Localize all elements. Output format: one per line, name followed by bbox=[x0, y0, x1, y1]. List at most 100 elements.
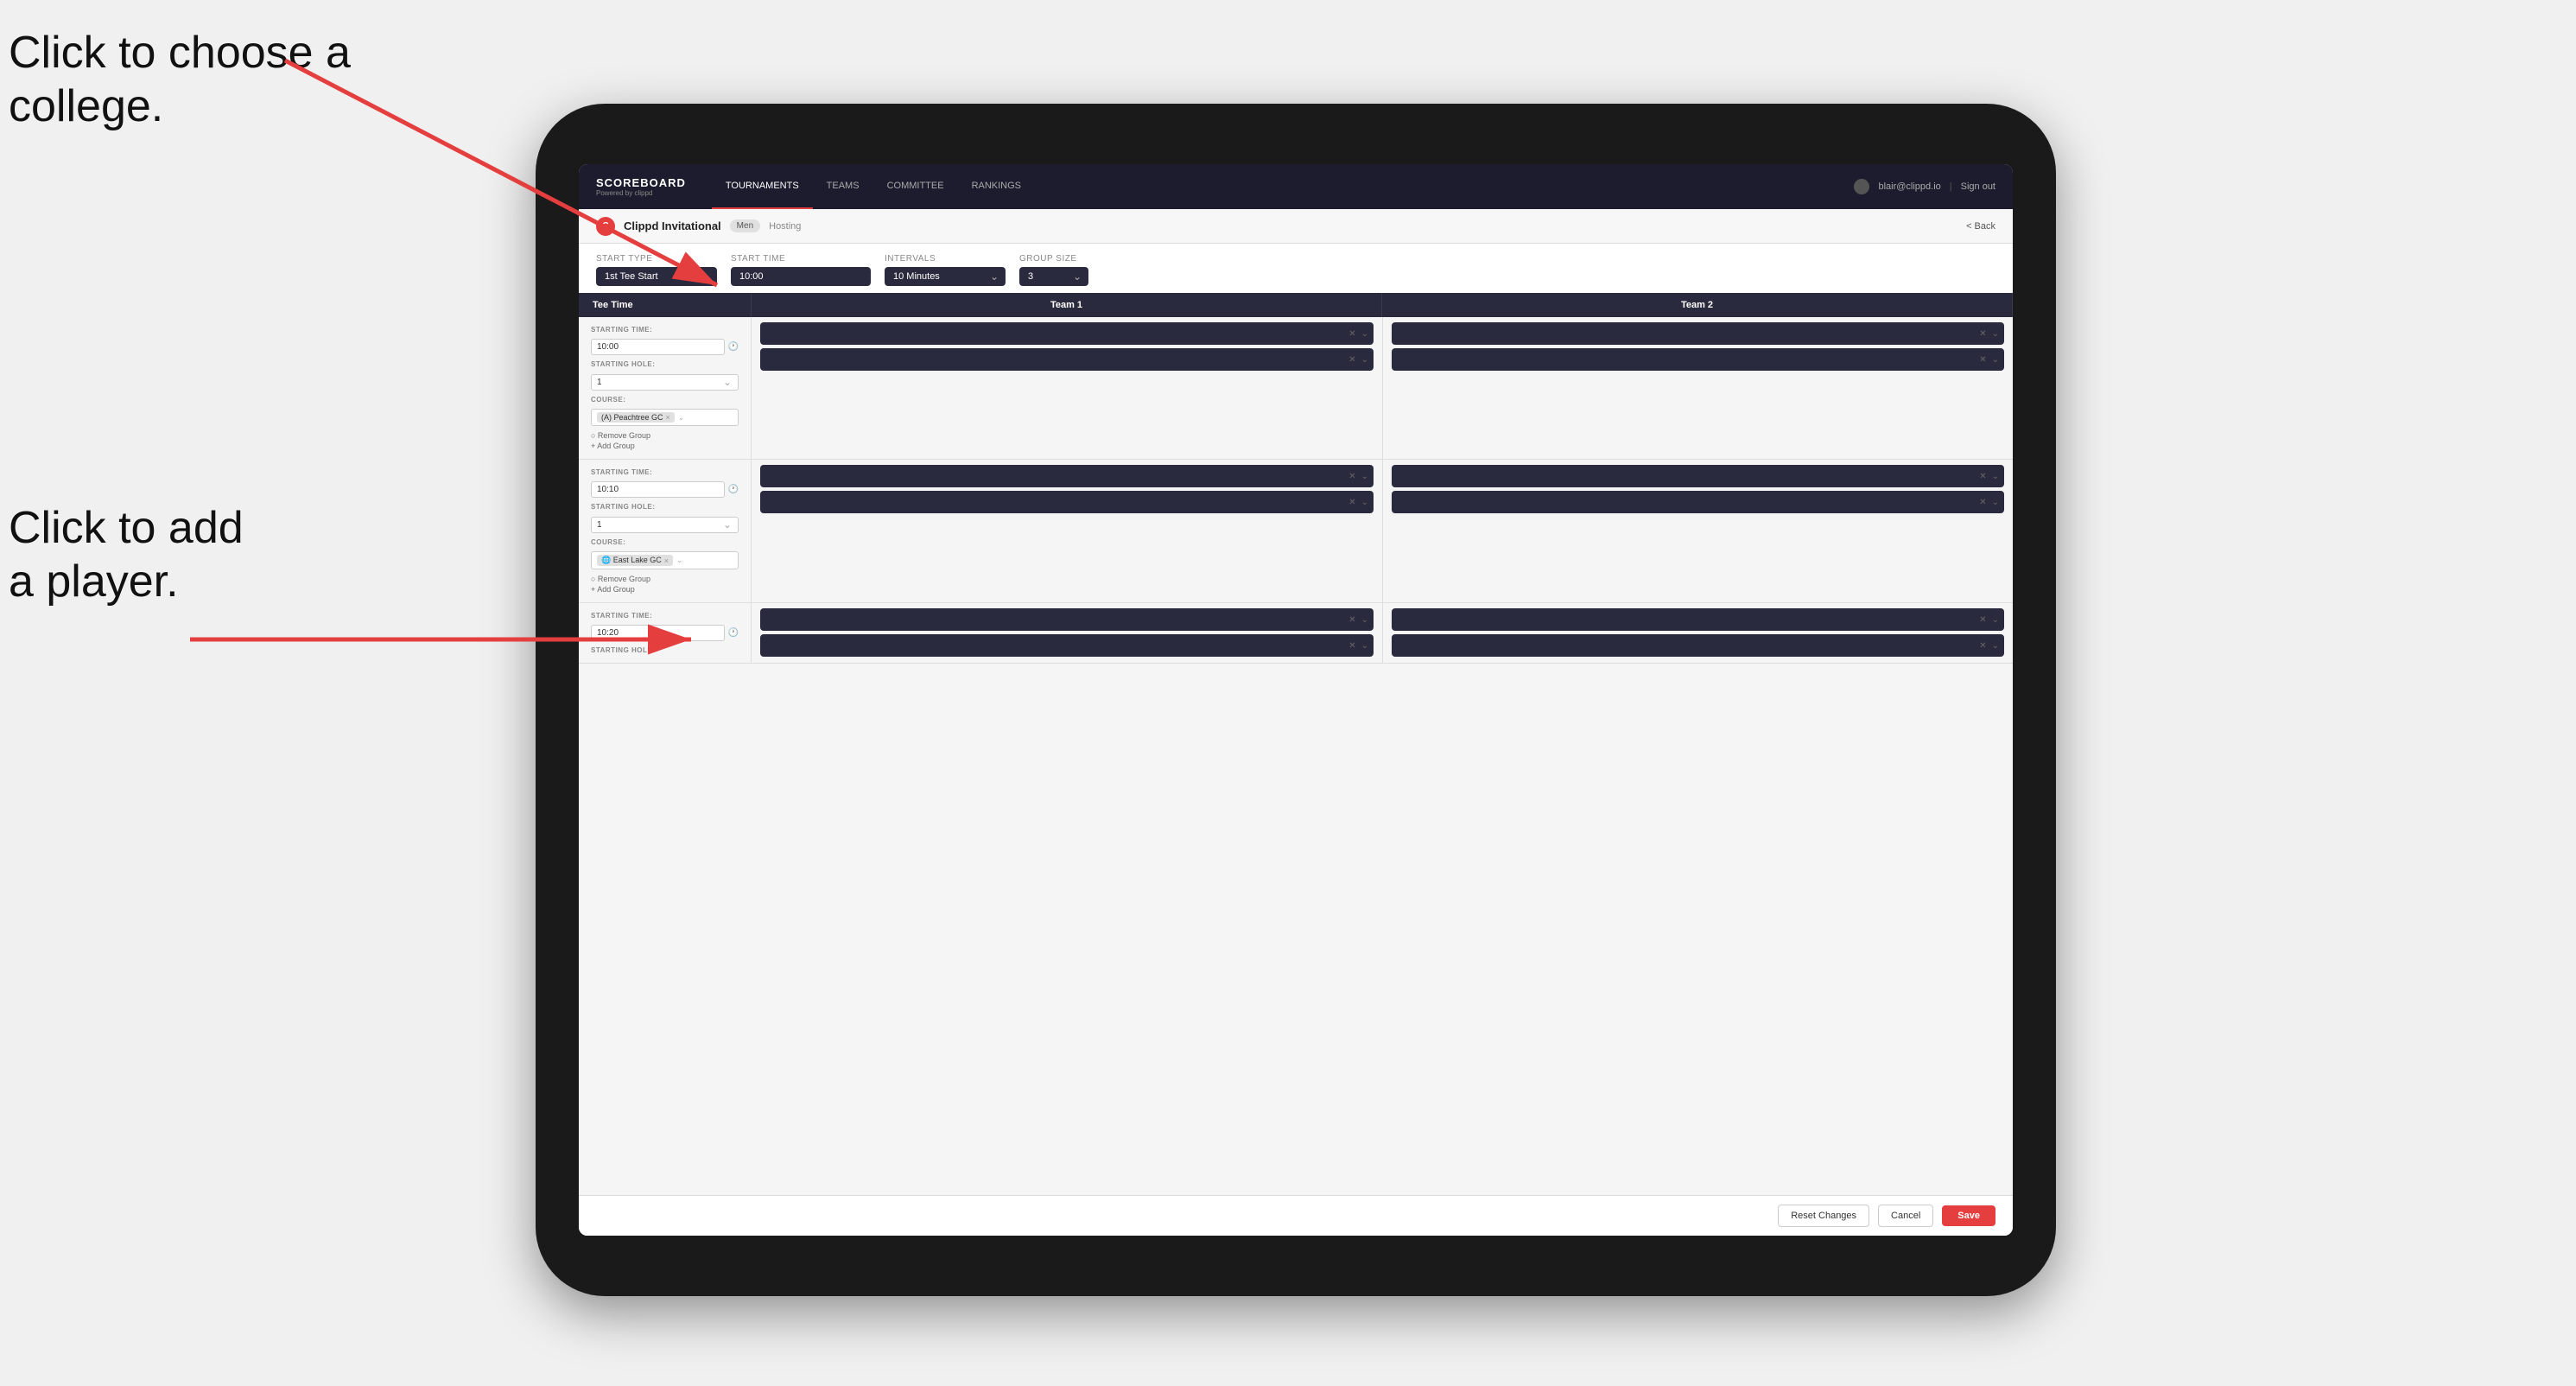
group-team2-1: ✕ ⌄ ✕ ⌄ bbox=[1382, 317, 2013, 459]
tab-teams[interactable]: TEAMS bbox=[813, 164, 873, 209]
user-avatar bbox=[1854, 179, 1869, 194]
remove-group-btn-1[interactable]: ○ Remove Group bbox=[591, 431, 739, 440]
time-icon-2: 🕐 bbox=[728, 485, 739, 494]
player-chevron-icon[interactable]: ⌄ bbox=[1992, 329, 1999, 339]
course-label-2: COURSE: bbox=[591, 538, 739, 546]
group-size-select[interactable]: 3 bbox=[1019, 267, 1088, 286]
nav-bar: SCOREBOARD Powered by clippd TOURNAMENTS… bbox=[579, 164, 2013, 209]
sign-out-link[interactable]: Sign out bbox=[1961, 181, 1995, 192]
starting-hole-label-3: STARTING HOLE: bbox=[591, 646, 739, 654]
course-select-1[interactable]: (A) Peachtree GC × ⌄ bbox=[591, 409, 739, 426]
intervals-select-wrapper[interactable]: 10 Minutes bbox=[885, 267, 1006, 286]
annotation-choose-college: Click to choose acollege. bbox=[9, 26, 351, 134]
tab-committee[interactable]: COMMITTEE bbox=[873, 164, 958, 209]
gender-badge: Men bbox=[730, 219, 760, 232]
player-row-3-t1-1[interactable]: ✕ ⌄ bbox=[760, 608, 1374, 631]
sub-header: C Clippd Invitational Men Hosting < Back bbox=[579, 209, 2013, 244]
start-type-label: Start Type bbox=[596, 254, 717, 264]
group-row-1: STARTING TIME: 🕐 STARTING HOLE: 1 COURSE… bbox=[579, 317, 2013, 460]
nav-tabs: TOURNAMENTS TEAMS COMMITTEE RANKINGS bbox=[712, 164, 1855, 209]
footer-bar: Reset Changes Cancel Save bbox=[579, 1195, 2013, 1236]
starting-hole-select-2[interactable]: 1 bbox=[591, 517, 739, 533]
group-left-1: STARTING TIME: 🕐 STARTING HOLE: 1 COURSE… bbox=[579, 317, 752, 459]
th-team1: Team 1 bbox=[752, 293, 1382, 317]
group-size-select-wrapper[interactable]: 3 bbox=[1019, 267, 1088, 286]
player-x-icon[interactable]: ✕ bbox=[1348, 355, 1355, 365]
player-row-2-t1-2[interactable]: ✕ ⌄ bbox=[760, 491, 1374, 513]
tablet-screen: SCOREBOARD Powered by clippd TOURNAMENTS… bbox=[579, 164, 2013, 1236]
nav-logo-sub: Powered by clippd bbox=[596, 189, 686, 197]
clippd-logo: C bbox=[596, 217, 615, 236]
player-row-1-t2-1[interactable]: ✕ ⌄ bbox=[1392, 322, 2004, 345]
player-row-3-t2-1[interactable]: ✕ ⌄ bbox=[1392, 608, 2004, 631]
player-row-3-t2-2[interactable]: ✕ ⌄ bbox=[1392, 634, 2004, 657]
group-team1-1: ✕ ⌄ ✕ ⌄ bbox=[752, 317, 1382, 459]
player-chevron-icon[interactable]: ⌄ bbox=[1992, 355, 1999, 365]
user-email: blair@clippd.io bbox=[1878, 181, 1940, 192]
add-group-btn-2[interactable]: + Add Group bbox=[591, 585, 739, 594]
player-x-icon[interactable]: ✕ bbox=[1979, 329, 1986, 339]
back-button[interactable]: < Back bbox=[1966, 221, 1995, 232]
th-team2: Team 2 bbox=[1382, 293, 2013, 317]
tab-tournaments[interactable]: TOURNAMENTS bbox=[712, 164, 813, 209]
content-area: Start Type 1st Tee Start Start Time Inte… bbox=[579, 244, 2013, 1236]
group-left-3: STARTING TIME: 🕐 STARTING HOLE: bbox=[579, 603, 752, 663]
settings-row: Start Type 1st Tee Start Start Time Inte… bbox=[579, 244, 2013, 293]
reset-changes-button[interactable]: Reset Changes bbox=[1778, 1205, 1869, 1227]
starting-hole-select-wrapper-1[interactable]: 1 bbox=[591, 373, 739, 391]
tablet-frame: SCOREBOARD Powered by clippd TOURNAMENTS… bbox=[536, 104, 2056, 1296]
group-actions-2: ○ Remove Group + Add Group bbox=[591, 575, 739, 594]
starting-hole-select-1[interactable]: 1 bbox=[591, 374, 739, 391]
course-tag-2: 🌐 East Lake GC × bbox=[597, 555, 673, 566]
course-tag-close-1[interactable]: × bbox=[666, 413, 670, 422]
start-type-select[interactable]: 1st Tee Start bbox=[596, 267, 717, 286]
course-label-1: COURSE: bbox=[591, 396, 739, 404]
starting-time-row-3: 🕐 bbox=[591, 625, 739, 641]
start-time-label: Start Time bbox=[731, 254, 871, 264]
time-icon-3: 🕐 bbox=[728, 628, 739, 638]
player-row-1-t2-2[interactable]: ✕ ⌄ bbox=[1392, 348, 2004, 371]
player-chevron-icon[interactable]: ⌄ bbox=[1361, 329, 1368, 339]
save-button[interactable]: Save bbox=[1942, 1205, 1995, 1226]
group-team2-3: ✕ ⌄ ✕ ⌄ bbox=[1382, 603, 2013, 663]
player-row-1-t1-2[interactable]: ✕ ⌄ bbox=[760, 348, 1374, 371]
group-actions-1: ○ Remove Group + Add Group bbox=[591, 431, 739, 450]
group-size-label: Group Size bbox=[1019, 254, 1088, 264]
player-row-2-t2-1[interactable]: ✕ ⌄ bbox=[1392, 465, 2004, 487]
starting-time-label-2: STARTING TIME: bbox=[591, 468, 739, 476]
course-tag-close-2[interactable]: × bbox=[664, 556, 669, 565]
starting-hole-select-wrapper-2[interactable]: 1 bbox=[591, 516, 739, 533]
group-team2-2: ✕ ⌄ ✕ ⌄ bbox=[1382, 460, 2013, 602]
nav-logo: SCOREBOARD Powered by clippd bbox=[596, 176, 686, 197]
add-group-btn-1[interactable]: + Add Group bbox=[591, 442, 739, 450]
player-chevron-icon[interactable]: ⌄ bbox=[1361, 355, 1368, 365]
course-select-2[interactable]: 🌐 East Lake GC × ⌄ bbox=[591, 551, 739, 569]
player-row-1-t1-1[interactable]: ✕ ⌄ bbox=[760, 322, 1374, 345]
start-time-input[interactable] bbox=[731, 267, 871, 286]
start-type-select-wrapper[interactable]: 1st Tee Start bbox=[596, 267, 717, 286]
player-x-icon[interactable]: ✕ bbox=[1348, 329, 1355, 339]
starting-time-label-3: STARTING TIME: bbox=[591, 612, 739, 620]
tournament-title: Clippd Invitational bbox=[624, 219, 721, 232]
tab-rankings[interactable]: RANKINGS bbox=[958, 164, 1035, 209]
player-row-2-t2-2[interactable]: ✕ ⌄ bbox=[1392, 491, 2004, 513]
cancel-button[interactable]: Cancel bbox=[1878, 1205, 1933, 1227]
starting-hole-label-1: STARTING HOLE: bbox=[591, 360, 739, 368]
player-row-3-t1-2[interactable]: ✕ ⌄ bbox=[760, 634, 1374, 657]
annotation-add-player: Click to adda player. bbox=[9, 501, 244, 609]
starting-time-input-2[interactable] bbox=[591, 481, 725, 498]
hosting-label: Hosting bbox=[769, 221, 801, 232]
starting-time-row-2: 🕐 bbox=[591, 481, 739, 498]
course-tag-1: (A) Peachtree GC × bbox=[597, 412, 675, 423]
start-type-group: Start Type 1st Tee Start bbox=[596, 254, 717, 286]
player-row-2-t1-1[interactable]: ✕ ⌄ bbox=[760, 465, 1374, 487]
remove-group-btn-2[interactable]: ○ Remove Group bbox=[591, 575, 739, 583]
starting-time-input-3[interactable] bbox=[591, 625, 725, 641]
player-x-icon[interactable]: ✕ bbox=[1979, 355, 1986, 365]
nav-right: blair@clippd.io | Sign out bbox=[1854, 179, 1995, 194]
intervals-label: Intervals bbox=[885, 254, 1006, 264]
start-time-group: Start Time bbox=[731, 254, 871, 286]
group-row-2: STARTING TIME: 🕐 STARTING HOLE: 1 COURSE… bbox=[579, 460, 2013, 603]
intervals-select[interactable]: 10 Minutes bbox=[885, 267, 1006, 286]
starting-time-input-1[interactable] bbox=[591, 339, 725, 355]
